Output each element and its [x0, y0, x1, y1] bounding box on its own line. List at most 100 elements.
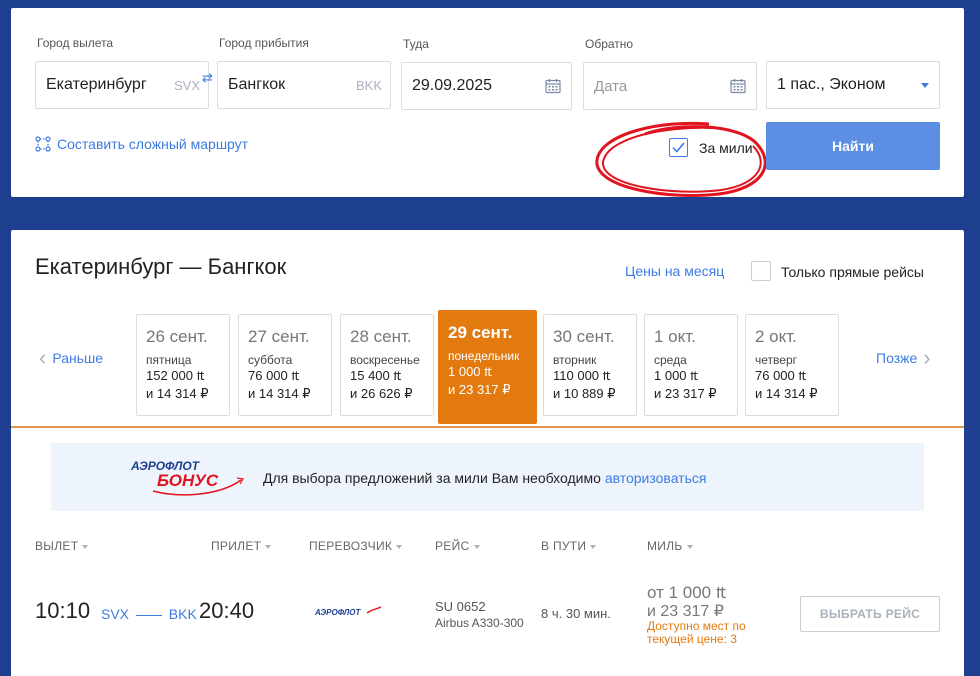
seats-note: Доступно мест по текущей цене: 3 — [647, 619, 746, 646]
date-option[interactable]: 30 сент. вторник 110 000 ₶ и 10 889 ₽ — [543, 314, 637, 416]
aircraft-type: Airbus A330-300 — [435, 616, 524, 630]
select-flight-button[interactable]: ВЫБРАТЬ РЕЙС — [800, 596, 940, 632]
calendar-icon — [545, 79, 561, 94]
date-price-miles: 76 000 ₶ — [248, 368, 300, 383]
direct-only-checkbox[interactable] — [751, 261, 771, 281]
date-label: 28 сент. — [350, 327, 412, 346]
return-date-field[interactable]: Дата — [583, 62, 757, 110]
from-city-value: Екатеринбург — [46, 76, 147, 93]
weekday-label: понедельник — [448, 349, 520, 363]
passengers-class-select[interactable]: 1 пас., Эконом — [766, 61, 940, 109]
return-label: Обратно — [585, 37, 634, 51]
to-city-value: Бангкок — [228, 76, 286, 93]
later-dates-button[interactable]: Позже › — [876, 345, 931, 370]
date-option[interactable]: 26 сент. пятница 152 000 ₶ и 14 314 ₽ — [136, 314, 230, 416]
dep-airport-code: SVX — [101, 606, 130, 622]
flight-number: SU 0652 — [435, 599, 486, 614]
aeroflot-bonus-logo: АЭРОФЛОТ БОНУС — [130, 459, 244, 496]
banner-text: Для выбора предложений за мили Вам необх… — [263, 470, 706, 486]
passengers-class-value: 1 пас., Эконом — [777, 76, 886, 93]
col-flight[interactable]: РЕЙС — [435, 539, 480, 553]
search-panel: Город вылета Город прибытия Туда Обратно… — [11, 8, 964, 197]
date-price-miles: 110 000 ₶ — [553, 368, 611, 383]
col-duration[interactable]: В ПУТИ — [541, 539, 597, 553]
return-date-placeholder: Дата — [594, 77, 628, 95]
weekday-label: воскресенье — [350, 353, 420, 367]
direct-only-label[interactable]: Только прямые рейсы — [781, 264, 924, 280]
arr-airport-code: BKK — [168, 606, 197, 622]
checkmark-icon — [672, 142, 685, 153]
col-carrier[interactable]: ПЕРЕВОЗЧИК — [309, 539, 403, 553]
price-miles: от 1 000 ₶ — [647, 583, 727, 602]
complex-route-label: Составить сложный маршрут — [57, 136, 249, 152]
date-label: 30 сент. — [553, 327, 615, 346]
date-option[interactable]: 29 сент. понедельник 1 000 ₶ и 23 317 ₽ — [438, 310, 537, 424]
results-panel: Екатеринбург — Бангкок Цены на месяц Тол… — [11, 230, 964, 676]
route-title: Екатеринбург — Бангкок — [35, 254, 287, 279]
date-price-rub: и 10 889 ₽ — [553, 386, 616, 401]
from-label: Город вылета — [37, 36, 114, 50]
sort-icon — [396, 544, 403, 549]
complex-route-link[interactable]: Составить сложный маршрут — [35, 136, 248, 152]
earlier-dates-button[interactable]: ‹ Раньше — [39, 345, 104, 370]
to-label: Город прибытия — [219, 36, 309, 50]
route-codes: SVX BKK — [101, 606, 197, 622]
date-price-miles: 152 000 ₶ — [146, 368, 205, 383]
date-option[interactable]: 2 окт. четверг 76 000 ₶ и 14 314 ₽ — [745, 314, 839, 416]
logo-text-line2: БОНУС — [157, 471, 219, 490]
weekday-label: среда — [654, 353, 687, 367]
date-price-rub: и 26 626 ₽ — [350, 386, 413, 401]
weekday-label: четверг — [755, 353, 797, 367]
date-price-rub: и 14 314 ₽ — [146, 386, 209, 401]
to-city-field[interactable]: Бангкок BKK — [217, 61, 391, 109]
depart-date-field[interactable]: 29.09.2025 — [401, 62, 572, 110]
login-link[interactable]: авторизоваться — [605, 470, 707, 486]
arrival-time: 20:40 — [199, 598, 255, 623]
miles-checkbox[interactable] — [669, 138, 688, 157]
from-city-field[interactable]: Екатеринбург SVX — [35, 61, 209, 109]
find-button[interactable]: Найти — [766, 122, 940, 170]
price-rub: и 23 317 ₽ — [647, 603, 724, 620]
date-price-rub: и 23 317 ₽ — [448, 382, 511, 397]
chevron-left-icon: ‹ — [39, 345, 47, 370]
flight-duration: 8 ч. 30 мин. — [541, 606, 611, 621]
swap-cities-icon[interactable]: ⇄ — [202, 71, 213, 84]
dropdown-caret-icon — [921, 83, 929, 88]
date-price-miles: 76 000 ₶ — [755, 368, 807, 383]
weekday-label: вторник — [553, 353, 597, 367]
weekday-label: пятница — [146, 353, 192, 367]
sort-icon — [686, 544, 693, 549]
later-label: Позже — [876, 350, 918, 366]
date-price-miles: 1 000 ₶ — [654, 368, 699, 383]
date-price-miles: 15 400 ₶ — [350, 368, 402, 383]
route-icon — [35, 136, 51, 152]
date-label: 2 окт. — [755, 327, 797, 346]
departure-time: 10:10 — [35, 598, 91, 623]
month-prices-link[interactable]: Цены на месяц — [625, 263, 724, 279]
earlier-label: Раньше — [52, 350, 104, 366]
date-option[interactable]: 28 сент. воскресенье 15 400 ₶ и 26 626 ₽ — [340, 314, 434, 416]
date-option[interactable]: 1 окт. среда 1 000 ₶ и 23 317 ₽ — [644, 314, 738, 416]
date-price-rub: и 23 317 ₽ — [654, 386, 717, 401]
date-option[interactable]: 27 сент. суббота 76 000 ₶ и 14 314 ₽ — [238, 314, 332, 416]
calendar-icon — [730, 79, 746, 94]
date-label: 26 сент. — [146, 327, 208, 346]
sort-icon — [590, 544, 597, 549]
col-departure[interactable]: ВЫЛЕТ — [35, 539, 89, 553]
divider-line — [11, 426, 964, 428]
miles-label[interactable]: За мили — [699, 140, 753, 156]
route-line — [135, 614, 162, 616]
red-annotation-circle — [595, 121, 767, 197]
date-price-rub: и 14 314 ₽ — [755, 386, 818, 401]
chevron-right-icon: › — [923, 345, 931, 370]
date-label: 29 сент. — [448, 323, 513, 342]
carrier-logo-text: АЭРОФЛОТ — [315, 608, 361, 617]
sort-icon — [82, 544, 89, 549]
sort-icon — [265, 544, 272, 549]
col-arrival[interactable]: ПРИЛЕТ — [211, 539, 272, 553]
miles-symbol: ₶ — [715, 583, 727, 602]
to-city-code: BKK — [355, 77, 382, 93]
date-label: 27 сент. — [248, 327, 310, 346]
col-miles[interactable]: МИЛЬ — [647, 539, 693, 553]
miles-login-banner: АЭРОФЛОТ БОНУС Для выбора предложений за… — [51, 443, 924, 511]
